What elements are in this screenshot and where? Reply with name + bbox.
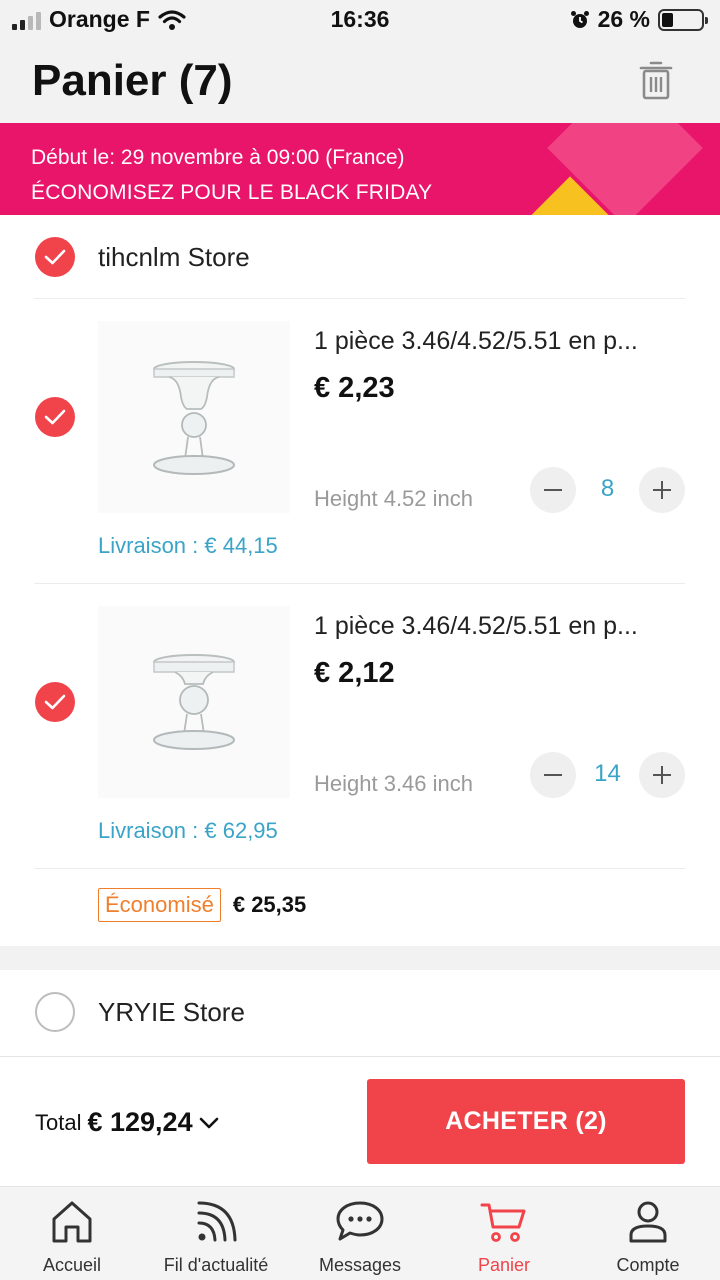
tab-label: Fil d'actualité xyxy=(163,1255,269,1275)
promo-date: Début le: 29 novembre à 09:00 (France) xyxy=(31,146,405,169)
saved-badge: Économisé xyxy=(98,888,221,922)
item-checkbox[interactable] xyxy=(35,682,75,722)
feed-icon xyxy=(197,1201,237,1242)
store-header[interactable]: YRYIE Store xyxy=(0,970,720,1054)
tab-account[interactable]: Compte xyxy=(576,1187,720,1280)
buy-button[interactable]: ACHETER (2) xyxy=(367,1079,685,1164)
total-amount: € 129,24 xyxy=(87,1107,193,1137)
alarm-icon xyxy=(570,10,589,28)
decrease-quantity-button[interactable] xyxy=(530,467,576,513)
cart-icon xyxy=(480,1203,526,1242)
cart-item: 1 pièce 3.46/4.52/5.51 en p... € 2,12 He… xyxy=(0,584,720,869)
status-right: 26 % xyxy=(570,6,708,33)
check-icon xyxy=(44,249,66,265)
section-separator xyxy=(0,946,720,970)
checkout-bar: Total € 129,24 ACHETER (2) xyxy=(0,1056,720,1186)
tab-bar: Accueil Fil d'actualité Messages Panier … xyxy=(0,1186,720,1280)
shipping-cost: Livraison : € 44,15 xyxy=(98,533,278,558)
product-image[interactable] xyxy=(98,321,290,513)
store-checkbox[interactable] xyxy=(35,992,75,1032)
product-variant[interactable]: Height 4.52 inch xyxy=(314,486,473,512)
minus-icon xyxy=(544,489,562,491)
tab-messages[interactable]: Messages xyxy=(288,1187,432,1280)
store-name[interactable]: YRYIE Store xyxy=(98,997,245,1028)
minus-icon xyxy=(544,774,562,776)
plus-icon xyxy=(653,766,671,784)
check-icon xyxy=(44,694,66,710)
account-icon xyxy=(629,1201,667,1243)
savings-row: Économisé € 25,35 xyxy=(98,888,306,922)
product-variant[interactable]: Height 3.46 inch xyxy=(314,771,473,797)
tab-label: Panier xyxy=(477,1255,531,1275)
increase-quantity-button[interactable] xyxy=(639,467,685,513)
total-summary[interactable]: Total € 129,24 xyxy=(35,1107,219,1138)
candle-holder-image xyxy=(153,654,235,750)
item-checkbox[interactable] xyxy=(35,397,75,437)
home-icon xyxy=(52,1201,92,1243)
promo-headline: ÉCONOMISEZ POUR LE BLACK FRIDAY xyxy=(31,181,433,204)
tab-label: Messages xyxy=(318,1255,402,1275)
tab-label: Accueil xyxy=(42,1255,102,1275)
page-title: Panier (7) xyxy=(32,56,233,105)
quantity-value[interactable]: 14 xyxy=(576,760,639,788)
status-bar: Orange F 16:36 26 % xyxy=(0,0,720,40)
quantity-stepper: 8 xyxy=(530,467,685,513)
candle-holder-image xyxy=(153,361,235,475)
store-header[interactable]: tihcnlm Store xyxy=(0,215,720,299)
shipping-cost: Livraison : € 62,95 xyxy=(98,818,278,843)
product-title[interactable]: 1 pièce 3.46/4.52/5.51 en p... xyxy=(314,327,684,356)
plus-icon xyxy=(653,481,671,499)
saved-amount: € 25,35 xyxy=(232,892,307,917)
divider xyxy=(34,868,685,869)
tab-cart[interactable]: Panier xyxy=(432,1187,576,1280)
product-title[interactable]: 1 pièce 3.46/4.52/5.51 en p... xyxy=(314,612,684,641)
battery-icon xyxy=(658,8,708,31)
battery-percent: 26 % xyxy=(597,6,650,32)
cart-item: 1 pièce 3.46/4.52/5.51 en p... € 2,23 He… xyxy=(0,299,720,584)
product-price: € 2,12 xyxy=(314,657,395,689)
store-checkbox[interactable] xyxy=(35,237,75,277)
quantity-value[interactable]: 8 xyxy=(576,475,639,503)
quantity-stepper: 14 xyxy=(530,752,685,798)
product-price: € 2,23 xyxy=(314,372,395,404)
increase-quantity-button[interactable] xyxy=(639,752,685,798)
trash-icon[interactable] xyxy=(638,60,674,100)
total-label: Total xyxy=(35,1109,82,1135)
messages-icon xyxy=(336,1201,384,1241)
tab-label: Compte xyxy=(616,1255,680,1275)
promo-banner[interactable]: Début le: 29 novembre à 09:00 (France) É… xyxy=(0,123,720,215)
tab-home[interactable]: Accueil xyxy=(0,1187,144,1280)
store-name[interactable]: tihcnlm Store xyxy=(98,242,250,273)
chevron-down-icon[interactable] xyxy=(199,1116,219,1130)
check-icon xyxy=(44,409,66,425)
header: Panier (7) xyxy=(0,40,720,123)
product-image[interactable] xyxy=(98,606,290,798)
decrease-quantity-button[interactable] xyxy=(530,752,576,798)
tab-feed[interactable]: Fil d'actualité xyxy=(144,1187,288,1280)
